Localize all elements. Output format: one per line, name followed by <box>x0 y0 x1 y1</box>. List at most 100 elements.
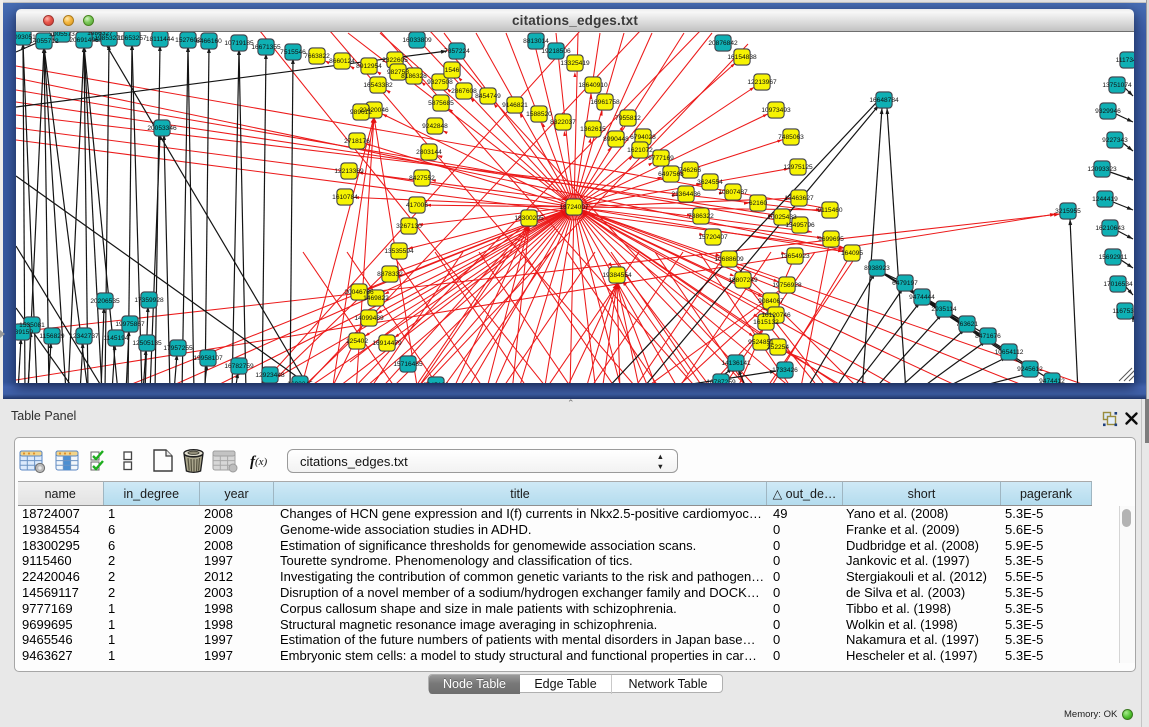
svg-text:8813014: 8813014 <box>523 38 549 45</box>
svg-text:18807249: 18807249 <box>728 277 758 284</box>
svg-text:13654923: 13654923 <box>780 253 810 260</box>
svg-text:10688609: 10688609 <box>714 256 744 263</box>
svg-text:1244419: 1244419 <box>1092 196 1118 203</box>
svg-text:13325419: 13325419 <box>560 60 590 67</box>
svg-text:15716485: 15716485 <box>393 361 423 368</box>
svg-text:9474444: 9474444 <box>909 294 935 301</box>
svg-text:8186328: 8186328 <box>401 73 427 80</box>
svg-text:18640910: 18640910 <box>578 82 608 89</box>
svg-text:62160: 62160 <box>749 200 768 207</box>
svg-text:8471676: 8471676 <box>975 333 1001 340</box>
svg-text:3624554: 3624554 <box>697 179 723 186</box>
svg-text:8990448: 8990448 <box>603 136 629 143</box>
svg-text:9227343: 9227343 <box>1102 137 1128 144</box>
svg-text:17016534: 17016534 <box>1103 281 1133 288</box>
svg-text:9146821: 9146821 <box>502 102 528 109</box>
svg-text:1692345: 1692345 <box>287 381 313 383</box>
svg-text:1362615: 1362615 <box>580 126 606 133</box>
svg-text:19218506: 19218506 <box>541 48 571 55</box>
svg-text:7485063: 7485063 <box>778 134 804 141</box>
svg-text:18724007: 18724007 <box>559 204 589 211</box>
svg-text:9245123: 9245123 <box>423 382 449 383</box>
svg-text:8322037: 8322037 <box>550 119 576 126</box>
svg-text:989612: 989612 <box>350 109 372 116</box>
svg-text:1145194: 1145194 <box>103 335 129 342</box>
svg-text:13495796: 13495796 <box>785 222 815 229</box>
svg-text:746266: 746266 <box>679 167 701 174</box>
svg-text:10653257: 10653257 <box>117 35 147 42</box>
svg-text:9084067: 9084067 <box>758 298 784 305</box>
svg-text:9245612: 9245612 <box>1017 366 1043 373</box>
svg-text:17957255: 17957255 <box>163 345 193 352</box>
svg-text:1117345: 1117345 <box>1116 57 1134 64</box>
svg-text:16033809: 16033809 <box>402 37 432 44</box>
svg-text:7386322: 7386322 <box>688 213 714 220</box>
svg-text:9474412: 9474412 <box>1039 378 1065 383</box>
svg-text:18463627: 18463627 <box>784 195 814 202</box>
svg-text:9329946: 9329946 <box>1095 108 1121 115</box>
svg-text:2867608: 2867608 <box>451 88 477 95</box>
svg-text:417006: 417006 <box>406 202 428 209</box>
svg-text:17359928: 17359928 <box>134 297 164 304</box>
svg-text:1588520: 1588520 <box>526 111 552 118</box>
svg-text:252254: 252254 <box>767 344 789 351</box>
svg-text:19384554: 19384554 <box>602 272 632 279</box>
svg-text:13751074: 13751074 <box>1102 82 1132 89</box>
svg-text:125402: 125402 <box>346 338 368 345</box>
svg-text:2718176: 2718176 <box>344 138 370 145</box>
svg-text:7663822: 7663822 <box>304 53 330 60</box>
svg-text:20876842: 20876842 <box>708 40 738 47</box>
svg-text:12975125: 12975125 <box>783 164 813 171</box>
svg-text:10719185: 10719185 <box>224 40 254 47</box>
svg-text:19975867: 19975867 <box>115 321 145 328</box>
svg-text:9777169: 9777169 <box>648 155 674 162</box>
svg-text:12342737: 12342737 <box>69 333 99 340</box>
svg-text:15720407: 15720407 <box>698 234 728 241</box>
svg-text:763621: 763621 <box>956 321 978 328</box>
svg-text:20206535: 20206535 <box>90 298 120 305</box>
svg-text:20053346: 20053346 <box>147 125 177 132</box>
svg-text:14136141: 14136141 <box>721 360 751 367</box>
svg-text:16961758: 16961758 <box>590 99 620 106</box>
svg-text:5875685: 5875685 <box>428 100 454 107</box>
svg-text:1733426: 1733426 <box>772 367 798 374</box>
svg-text:3267130: 3267130 <box>396 223 422 230</box>
svg-text:12213967: 12213967 <box>747 79 777 86</box>
svg-text:9115460: 9115460 <box>817 207 843 214</box>
svg-text:16648784: 16648784 <box>869 97 899 104</box>
svg-text:6794028: 6794028 <box>630 134 656 141</box>
svg-text:12213369: 12213369 <box>334 168 364 175</box>
svg-text:15692911: 15692911 <box>1099 254 1128 261</box>
svg-text:8427552: 8427552 <box>409 175 435 182</box>
svg-text:8660124: 8660124 <box>329 58 355 65</box>
svg-text:8878332: 8878332 <box>377 271 403 278</box>
svg-text:14055712: 14055712 <box>29 38 59 45</box>
svg-text:12505135: 12505135 <box>132 340 162 347</box>
svg-text:6479197: 6479197 <box>892 280 918 287</box>
svg-text:8938923: 8938923 <box>864 265 890 272</box>
svg-text:9327508: 9327508 <box>427 79 453 86</box>
svg-text:19756928: 19756928 <box>772 282 802 289</box>
svg-text:16671355: 16671355 <box>251 44 281 51</box>
svg-text:1615132: 1615132 <box>753 319 779 326</box>
svg-text:18300295: 18300295 <box>514 215 544 222</box>
svg-text:12923448: 12923448 <box>255 372 285 379</box>
svg-text:6466160: 6466160 <box>196 38 222 45</box>
svg-text:1546: 1546 <box>445 67 460 74</box>
svg-text:19958107: 19958107 <box>193 355 223 362</box>
svg-text:7515546: 7515546 <box>280 49 306 56</box>
svg-text:14099489: 14099489 <box>354 315 384 322</box>
svg-text:10025433: 10025433 <box>767 214 797 221</box>
svg-text:10973493: 10973493 <box>761 107 791 114</box>
svg-text:7357224: 7357224 <box>444 48 470 55</box>
svg-text:2322605: 2322605 <box>382 57 408 64</box>
svg-text:16787259: 16787259 <box>706 379 736 383</box>
svg-text:2935114: 2935114 <box>931 306 957 313</box>
svg-text:939159: 939159 <box>16 329 33 336</box>
svg-text:1621072: 1621072 <box>627 147 653 154</box>
svg-text:12093323: 12093323 <box>1087 166 1117 173</box>
svg-text:21364436: 21364436 <box>671 191 701 198</box>
svg-text:10807487: 10807487 <box>718 189 748 196</box>
svg-text:164095: 164095 <box>841 250 863 257</box>
svg-text:16543382: 16543382 <box>363 82 393 89</box>
